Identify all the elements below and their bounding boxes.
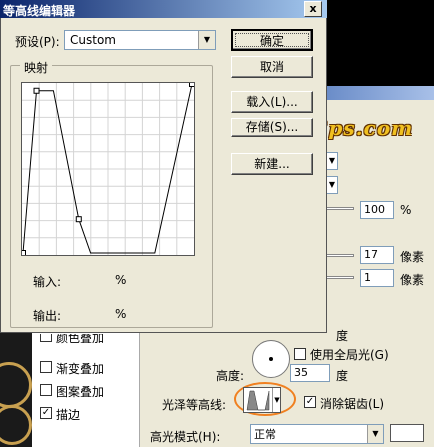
background-title-bar: [326, 86, 434, 100]
styles-list: 颜色叠加 渐变叠加 图案叠加 ✓ 描边: [32, 330, 140, 447]
size-input[interactable]: 1: [360, 269, 394, 287]
ok-button-label: 确定: [259, 34, 284, 48]
curve-control-point[interactable]: [33, 87, 40, 94]
style-label: 图案叠加: [56, 385, 105, 399]
altitude-label: 高度:: [216, 369, 245, 383]
chevron-down-icon[interactable]: ▼: [198, 31, 215, 49]
angle-dial[interactable]: [252, 340, 290, 378]
shading-options: 度 使用全局光(G) 高度: 35 度 光泽等高线: ▼ ✓ 消除锯齿(L) 高…: [140, 329, 434, 447]
chevron-down-icon[interactable]: ▼: [272, 388, 281, 412]
gloss-contour-picker[interactable]: ▼: [243, 387, 281, 413]
altitude-unit: 度: [336, 369, 349, 383]
output-label: 输出:: [33, 309, 62, 323]
cancel-button[interactable]: 取消: [231, 56, 313, 78]
altitude-input[interactable]: 35: [290, 364, 330, 382]
angle-unit: 度: [336, 329, 349, 343]
distance-unit: 像素: [400, 250, 425, 264]
style-label: 颜色叠加: [56, 334, 105, 345]
style-label: 描边: [56, 408, 81, 422]
list-item[interactable]: ✓ 描边: [40, 406, 136, 422]
output-percent-unit: %: [115, 307, 127, 321]
opacity-unit: %: [400, 203, 412, 217]
load-button[interactable]: 载入(L)...: [231, 91, 313, 113]
style-checkbox[interactable]: [40, 361, 52, 373]
preset-value: Custom: [70, 33, 116, 47]
opacity-slider[interactable]: [326, 207, 354, 210]
gold-ring-decor: [0, 405, 32, 445]
anti-alias-checkbox[interactable]: ✓: [304, 396, 316, 408]
style-checkbox[interactable]: [40, 384, 52, 396]
dialog-title-bar[interactable]: 等高线编辑器 x: [0, 0, 327, 18]
ok-button[interactable]: 确定: [231, 29, 313, 51]
chevron-down-icon[interactable]: ▼: [367, 425, 383, 443]
contour-thumbnail-icon: [246, 390, 270, 411]
preset-label: 预设(P):: [15, 35, 60, 49]
list-item[interactable]: 渐变叠加: [40, 360, 136, 376]
highlight-mode-label: 高光模式(H):: [150, 430, 221, 444]
curve-control-point[interactable]: [189, 81, 195, 87]
contour-graph-canvas[interactable]: [20, 81, 195, 256]
global-light-checkbox[interactable]: [294, 348, 306, 360]
size-slider[interactable]: [326, 276, 354, 279]
close-button[interactable]: x: [304, 1, 322, 17]
save-button[interactable]: 存储(S)...: [231, 118, 313, 137]
distance-slider[interactable]: [326, 254, 354, 257]
list-item[interactable]: 图案叠加: [40, 383, 136, 399]
distance-input[interactable]: 17: [360, 246, 394, 264]
canvas-preview: [326, 0, 434, 86]
blend-dropdown-arrow[interactable]: ▼: [326, 176, 338, 194]
preset-select[interactable]: Custom ▼: [64, 30, 216, 50]
style-label: 渐变叠加: [56, 362, 105, 376]
highlight-color-swatch[interactable]: [390, 424, 424, 442]
curve-control-point[interactable]: [20, 250, 26, 256]
mode-dropdown-arrow[interactable]: ▼: [326, 152, 338, 170]
style-checkbox[interactable]: [40, 334, 52, 342]
contour-graph[interactable]: [20, 81, 195, 256]
highlight-mode-value: 正常: [254, 428, 276, 441]
input-percent-unit: %: [115, 273, 127, 287]
highlight-mode-select[interactable]: 正常 ▼: [250, 424, 384, 444]
size-unit: 像素: [400, 273, 425, 287]
gold-ring-decor: [0, 362, 32, 408]
dialog-title: 等高线编辑器: [3, 4, 76, 18]
angle-dial-center: [269, 357, 273, 361]
mapping-title: 映射: [20, 59, 53, 76]
curve-control-point[interactable]: [75, 216, 82, 223]
list-item[interactable]: 颜色叠加: [40, 334, 136, 346]
anti-alias-label: 消除锯齿(L): [320, 397, 385, 411]
input-label: 输入:: [33, 275, 62, 289]
opacity-input[interactable]: 100: [360, 201, 394, 219]
global-light-label: 使用全局光(G): [310, 348, 389, 362]
style-checkbox-checked[interactable]: ✓: [40, 407, 52, 419]
gloss-contour-label: 光泽等高线:: [162, 398, 227, 412]
new-button[interactable]: 新建...: [231, 153, 313, 175]
